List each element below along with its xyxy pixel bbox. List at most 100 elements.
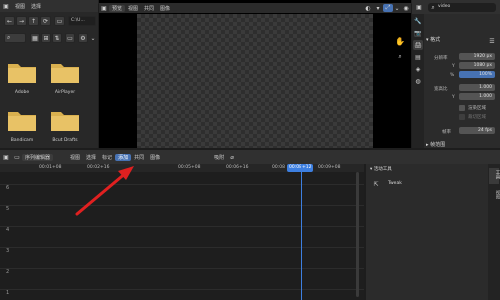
editor-name-dropdown[interactable]: 序列编辑器 xyxy=(22,153,54,161)
render-tab-icon[interactable]: 📷 xyxy=(413,28,423,38)
vertical-scrollbar[interactable] xyxy=(356,172,359,297)
chevron-down-icon[interactable]: ⌄ xyxy=(89,33,97,43)
preview-header: ▣ 预览 视图 共同 图像 ◐ ▾ ⤢ ⌄ ◉ xyxy=(99,3,411,13)
thumbnail-size-icon[interactable]: ⊞ xyxy=(41,33,51,43)
forward-icon[interactable]: → xyxy=(16,16,27,26)
folder-item-airplayer[interactable]: AirPlayer xyxy=(45,60,85,102)
menu-add[interactable]: 添加 xyxy=(115,153,132,161)
folder-icon xyxy=(8,64,36,83)
pan-hand-icon[interactable]: ✋ xyxy=(395,36,405,46)
editor-type-icon[interactable]: ▣ xyxy=(414,2,424,12)
world-tab-icon[interactable]: ◍ xyxy=(413,76,423,86)
menu-view[interactable]: 视图 xyxy=(12,3,28,10)
back-icon[interactable]: ← xyxy=(4,16,15,26)
menu-marker[interactable]: 标记 xyxy=(99,154,115,161)
section-format-header[interactable]: ▾ 格式 xyxy=(426,38,440,43)
menu-common[interactable]: 共同 xyxy=(131,154,147,161)
snap-dropdown[interactable]: 吸附 xyxy=(211,154,227,161)
resolution-label: 分辨率 xyxy=(434,56,448,61)
editor-type-icon[interactable]: ▣ xyxy=(0,3,12,10)
search-icon: ⌕ xyxy=(431,3,435,11)
display-mode-icon[interactable]: ▦ xyxy=(30,33,40,43)
gizmo-icon[interactable]: ⤢ xyxy=(383,4,393,12)
mode-dropdown[interactable]: 预览 xyxy=(109,4,126,12)
render-region-checkbox[interactable] xyxy=(459,105,465,111)
folder-label: Bcut Drafts xyxy=(52,138,78,143)
crop-region-checkbox[interactable] xyxy=(459,114,465,120)
timecode-label: 00:08 xyxy=(272,165,285,170)
folder-item-adobe[interactable]: Adobe xyxy=(2,60,42,102)
active-tool-label: 活动工具 xyxy=(373,167,392,172)
properties-panel: 🔧 📷 🖨 ▤ ◈ ◍ ▣ ⌕ video ▾ 格式 ☰ 分辨率 1920 px… xyxy=(412,0,500,148)
channel-area[interactable]: 6 5 4 3 2 1 xyxy=(0,164,364,300)
folder-label: Bandicam xyxy=(10,138,34,143)
properties-tab-strip: 🔧 📷 🖨 ▤ ◈ ◍ xyxy=(412,14,424,148)
overlay-icon[interactable]: ▾ xyxy=(373,5,383,12)
scene-tab-icon[interactable]: ◈ xyxy=(413,64,423,74)
timecode-label: 00:02+16 xyxy=(87,165,110,170)
preview-panel: ▣ 预览 视图 共同 图像 ◐ ▾ ⤢ ⌄ ◉ ✋ ⌕ xyxy=(99,0,411,148)
menu-view[interactable]: 视图 xyxy=(67,154,83,161)
preset-menu-icon[interactable]: ☰ xyxy=(488,37,496,45)
resolution-x-field[interactable]: 1920 px xyxy=(459,53,495,60)
timeline-ruler[interactable]: 00:01+08 00:02+16 00:05+08 00:06+16 00:0… xyxy=(0,164,364,172)
channel-number: 2 xyxy=(6,269,10,275)
path-field[interactable]: C:\U... xyxy=(68,16,96,26)
resolution-percent-field[interactable]: 100% xyxy=(459,71,495,78)
channel-row xyxy=(0,226,364,227)
folder-item-bcut-drafts[interactable]: Bcut Drafts xyxy=(45,108,85,148)
editor-type-icon[interactable]: ▣ xyxy=(99,5,109,12)
fps-dropdown[interactable]: 24 fps xyxy=(459,127,495,134)
view-settings-icon[interactable]: ◉ xyxy=(401,5,411,12)
preview-canvas[interactable] xyxy=(137,14,373,148)
folder-label: AirPlayer xyxy=(54,90,76,95)
filter-folder-icon[interactable]: ▭ xyxy=(65,33,75,43)
fps-label: 帧率 xyxy=(442,130,451,135)
menu-view[interactable]: 视图 xyxy=(125,5,141,12)
editor-type-icon[interactable]: ▣ xyxy=(0,154,12,161)
tab-view[interactable]: 视图 xyxy=(489,188,500,204)
tool-side-panel: ▾ 活动工具 ⇱ Tweak xyxy=(366,164,488,300)
tool-tab-icon[interactable]: 🔧 xyxy=(413,16,423,26)
properties-search-field[interactable]: ⌕ video xyxy=(428,3,496,12)
render-region-label: 渲染区域 xyxy=(468,106,486,111)
zoom-icon[interactable]: ⌕ xyxy=(395,52,405,62)
chevron-down-icon[interactable]: ⌄ xyxy=(393,5,401,12)
channel-row xyxy=(0,184,364,185)
settings-icon[interactable]: ⚙ xyxy=(78,33,88,43)
snap-magnet-icon[interactable]: ⌀ xyxy=(227,154,237,161)
folder-icon xyxy=(51,112,79,131)
parent-directory-icon[interactable]: ↑ xyxy=(28,16,39,26)
crop-region-label: 裁切区域 xyxy=(468,115,486,120)
menu-select[interactable]: 选择 xyxy=(28,3,44,10)
folder-item-bandicam[interactable]: Bandicam xyxy=(2,108,42,148)
active-tool-header[interactable]: ▾ 活动工具 xyxy=(370,167,392,173)
view-layer-tab-icon[interactable]: ▤ xyxy=(413,52,423,62)
resolution-y-field[interactable]: 1080 px xyxy=(459,62,495,69)
aspect-y-field[interactable]: 1.000 xyxy=(459,93,495,100)
file-browser-header: ▣ 视图 选择 xyxy=(0,0,98,12)
view-type-icon[interactable]: ▭ xyxy=(12,154,22,161)
sort-icon[interactable]: ⇅ xyxy=(52,33,62,43)
file-browser-panel: ▣ 视图 选择 ← → ↑ ⟳ ▭ C:\U... ⌕ ▦ ⊞ ⇅ ▭ ⚙ ⌄ … xyxy=(0,0,98,148)
display-channels-icon[interactable]: ◐ xyxy=(363,5,373,12)
new-folder-icon[interactable]: ▭ xyxy=(54,16,65,26)
channel-number: 5 xyxy=(6,206,10,212)
menu-image[interactable]: 图像 xyxy=(147,154,163,161)
channel-row xyxy=(0,205,364,206)
output-tab-icon[interactable]: 🖨 xyxy=(413,40,423,50)
tab-tool[interactable]: 工具 xyxy=(489,168,500,184)
aspect-x-field[interactable]: 1.000 xyxy=(459,84,495,91)
section-range-header[interactable]: ▸ 帧范围 xyxy=(426,143,445,148)
refresh-icon[interactable]: ⟳ xyxy=(40,16,51,26)
menu-common[interactable]: 共同 xyxy=(141,5,157,12)
timecode-label: 00:01+08 xyxy=(39,165,62,170)
menu-select[interactable]: 选择 xyxy=(83,154,99,161)
path-text: C:\U... xyxy=(71,18,85,23)
section-format-label: 格式 xyxy=(430,37,441,43)
channel-number: 1 xyxy=(6,290,10,296)
menu-image[interactable]: 图像 xyxy=(157,5,173,12)
resolution-percent-label: % xyxy=(450,73,455,78)
playhead-line[interactable] xyxy=(301,164,302,300)
search-icon[interactable]: ⌕ xyxy=(4,33,26,43)
